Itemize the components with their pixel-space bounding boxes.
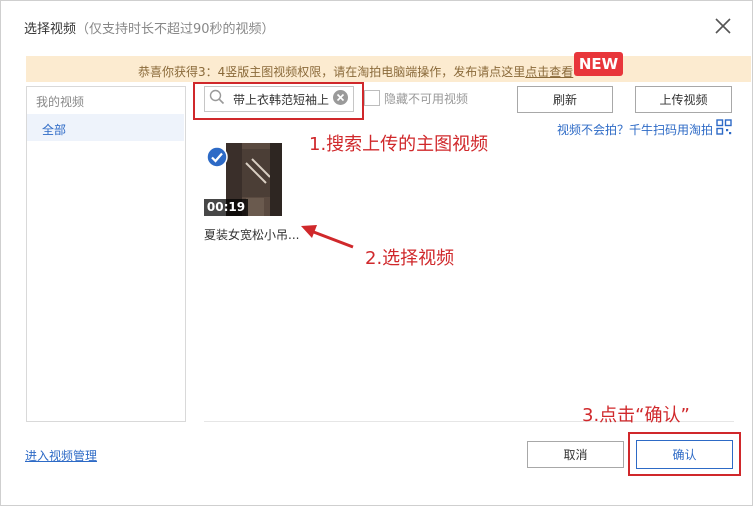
dialog-title: 选择视频（仅支持时长不超过90秒的视频） [24,18,275,37]
step3-annotation: 3.点击“确认” [582,405,690,426]
notice-banner-text: 恭喜你获得3：4竖版主图视频权限，请在淘拍电脑端操作，发布请点这里点击查看 [138,63,573,80]
dialog-subtitle: （仅支持时长不超过90秒的视频） [76,22,275,37]
notice-view-link[interactable]: 点击查看 [525,65,573,79]
sidebar-item-label: 全部 [42,123,67,137]
step2-annotation: 2.选择视频 [365,248,455,269]
close-icon[interactable] [711,14,735,38]
refresh-button[interactable]: 刷新 [517,86,613,113]
video-management-link[interactable]: 进入视频管理 [25,447,97,464]
video-duration: 00:19 [204,199,248,216]
new-badge: NEW [574,52,623,76]
upload-video-button[interactable]: 上传视频 [635,86,732,113]
dialog-title-text: 选择视频 [24,22,77,37]
hide-unavailable-checkbox[interactable] [364,90,380,106]
search-highlight-box [193,82,364,120]
video-name[interactable]: 夏装女宽松小吊... [204,226,299,243]
confirm-highlight-box [628,432,741,476]
notice-text: 恭喜你获得3：4竖版主图视频权限，请在淘拍电脑端操作，发布请点这里 [138,65,526,79]
qr-code-icon[interactable] [716,119,732,135]
step1-annotation: 1.搜索上传的主图视频 [309,134,489,155]
hide-unavailable-label: 隐藏不可用视频 [384,92,469,106]
step2-arrow-icon [301,225,354,249]
cancel-button[interactable]: 取消 [527,441,624,468]
taopai-help-link[interactable]: 视频不会拍？千牛扫码用淘拍 [557,121,713,138]
selected-check-icon[interactable] [206,146,228,168]
sidebar-header: 我的视频 [36,95,85,109]
